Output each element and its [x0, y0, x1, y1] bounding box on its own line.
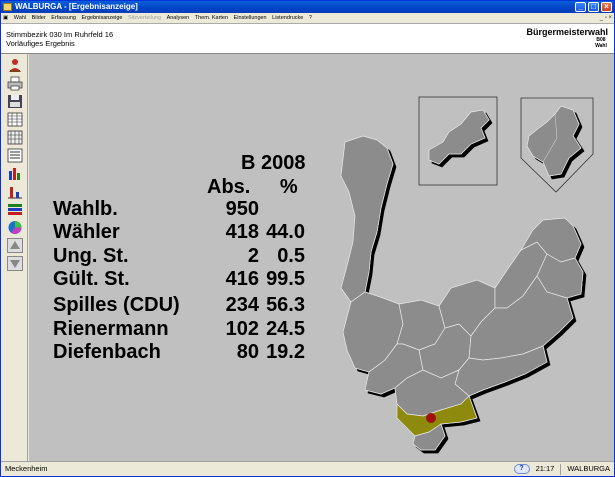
menu-item-wahl[interactable]: Wahl [12, 13, 28, 23]
selected-location-marker [426, 413, 436, 423]
person-icon[interactable] [6, 57, 24, 74]
row-label: Ung. St. [53, 245, 129, 267]
election-title: Bürgermeisterwahl [526, 27, 608, 37]
menu-item-erfassung[interactable]: Erfassung [49, 13, 78, 23]
row-label: Wähler [53, 221, 120, 243]
row-label: Spilles (CDU) [53, 294, 180, 316]
menu-item-listendrucke[interactable]: Listendrucke [270, 13, 305, 23]
list-icon[interactable] [6, 147, 24, 164]
row-abs: 418 [225, 221, 259, 243]
column-heading-election: B 2008 [241, 152, 306, 174]
row-abs: 234 [225, 294, 259, 316]
district-map[interactable] [311, 92, 611, 472]
election-code-line2: Wahl [595, 43, 607, 49]
minimize-button[interactable]: _ [575, 2, 586, 12]
bar-chart-icon[interactable] [6, 165, 24, 182]
row-abs: 80 [236, 341, 259, 363]
row-pct: 24.5 [266, 318, 305, 340]
column-heading-abs: Abs. [207, 176, 251, 198]
window-title: WALBURGA - [Ergebnisanzeige] [15, 2, 138, 11]
row-pct: 56.3 [266, 294, 305, 316]
row-abs: 102 [225, 318, 259, 340]
printer-icon[interactable] [6, 75, 24, 92]
help-icon[interactable]: ? [513, 464, 530, 474]
column-chart-icon[interactable] [6, 183, 24, 200]
menu-item-sitzverteilung: Sitzverteilung [128, 15, 162, 21]
row-label: Diefenbach [53, 341, 161, 363]
save-icon[interactable] [6, 93, 24, 110]
pie-chart-icon[interactable] [6, 219, 24, 236]
result-display: B 2008 Abs. % Wahlb. 950 Wähler 418 44.0… [29, 54, 614, 461]
menu-item-them-karten[interactable]: Them. Karten [193, 13, 230, 23]
column-heading-abs-pct: Abs. % [207, 176, 298, 199]
row-abs: 950 [225, 198, 259, 220]
map-district-inset[interactable] [526, 105, 582, 177]
row-pct: 99.5 [266, 268, 305, 290]
close-button[interactable]: × [601, 2, 612, 12]
status-time: 21:17 [535, 464, 555, 473]
menu-item-ergebnisanzeige[interactable]: Ergebnisanzeige [79, 13, 124, 23]
result-status: Vorläufiges Ergebnis [6, 39, 75, 48]
status-bar: Meckenheim ? 21:17 WALBURGA [1, 461, 614, 476]
map-district-inset[interactable] [428, 109, 490, 165]
status-place: Meckenheim [5, 464, 48, 473]
column-heading-pct: % [279, 176, 298, 198]
status-app: WALBURGA [567, 464, 610, 473]
layers-icon[interactable] [6, 201, 24, 218]
status-separator [560, 463, 562, 475]
district-title: Stimmbezirk 030 Im Ruhrfeld 16 [6, 30, 114, 39]
menu-item-help[interactable]: ? [307, 13, 314, 23]
menu-bar: ▣ Wahl Bilder Erfassung Ergebnisanzeige … [1, 13, 614, 23]
row-pct: 19.2 [266, 341, 305, 363]
left-toolbar [1, 54, 28, 461]
result-header: Stimmbezirk 030 Im Ruhrfeld 16 Vorläufig… [1, 23, 614, 54]
map-district[interactable] [340, 135, 394, 303]
status-right: ? 21:17 WALBURGA [513, 462, 610, 476]
arrow-down-icon[interactable] [6, 255, 24, 272]
application-window: WALBURGA - [Ergebnisanzeige] _ □ × ▣ Wah… [0, 0, 615, 477]
grid-icon[interactable] [6, 129, 24, 146]
menu-item-bilder[interactable]: Bilder [30, 13, 48, 23]
menu-item-einstellungen[interactable]: Einstellungen [232, 13, 269, 23]
menu-system-icon[interactable]: ▣ [1, 13, 10, 23]
row-abs: 2 [247, 245, 259, 267]
app-icon[interactable] [3, 3, 12, 11]
row-label: Wahlb. [53, 198, 118, 220]
mdi-controls[interactable]: _ ▫ × [600, 13, 612, 23]
arrow-up-icon[interactable] [6, 237, 24, 254]
row-pct: 0.5 [277, 245, 305, 267]
title-bar[interactable]: WALBURGA - [Ergebnisanzeige] _ □ × [1, 1, 614, 13]
row-abs: 416 [225, 268, 259, 290]
menu-item-analysen[interactable]: Analysen [165, 13, 192, 23]
election-code: B08 Wahl [593, 37, 609, 49]
maximize-button[interactable]: □ [588, 2, 599, 12]
row-pct: 44.0 [266, 221, 305, 243]
row-label: Gült. St. [53, 268, 130, 290]
row-label: Rienermann [53, 318, 169, 340]
table-icon[interactable] [6, 111, 24, 128]
